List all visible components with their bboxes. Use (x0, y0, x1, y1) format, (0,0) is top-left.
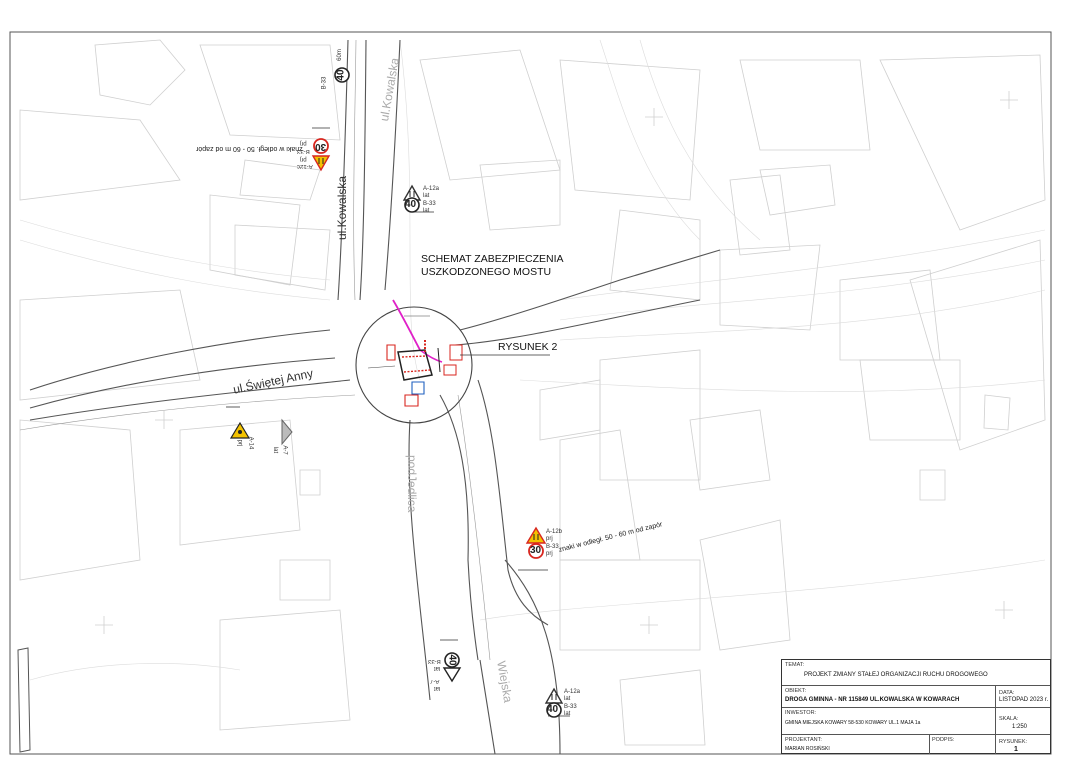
obiekt-caption: OBIEKT: (785, 688, 807, 694)
sign-suffix: prj (236, 439, 243, 447)
base-map-parcels (19, 39, 1046, 746)
rysunek-caption: RYSUNEK: (999, 739, 1028, 745)
sign-code: B-33 (321, 76, 328, 90)
site-plan-map (9, 31, 1052, 755)
sign-suffix: prj (300, 156, 307, 162)
sign-suffix: prj (546, 551, 553, 557)
title-block: TEMAT: PROJEKT ZMIANY STAŁEJ ORGANIZACJI… (781, 659, 1051, 754)
distance-note-top: znaki w odległ. 50 - 60 m od zapór (196, 145, 303, 152)
street-podjedlica: podJedlica (405, 455, 419, 513)
sign-suffix: lat (423, 193, 430, 199)
sign-suffix: lat (423, 208, 430, 214)
sign-suffix: lat (434, 665, 441, 671)
scheme-title-line2: USZKODZONEGO MOSTU (421, 266, 552, 278)
distance-60m: 60m (336, 49, 343, 61)
sign-code: A-7 (281, 445, 288, 455)
projektant-value: MARIAN ROSIŃSKI (785, 746, 830, 752)
temat-caption: TEMAT: (785, 662, 805, 668)
bridge-detail (367, 299, 463, 407)
street-kowalska-vertical: ul.Kowalska (335, 175, 349, 240)
speed-value-topleft: 30 (315, 141, 327, 152)
sign-code: A-14 (247, 436, 254, 450)
speed-value-bottomright: 40 (547, 704, 559, 715)
sheet-frame (9, 31, 1052, 755)
sign-code: B-33 (546, 544, 559, 550)
data-caption: DATA: (999, 690, 1015, 696)
speed-value-right: 30 (530, 545, 542, 556)
sign-suffix: lat (434, 685, 441, 691)
skala-caption: SKALA: (999, 716, 1019, 722)
projektant-caption: PROJEKTANT: (785, 737, 822, 743)
inwestor-caption: INWESTOR: (785, 710, 817, 716)
inwestor-value: GMINA MIEJSKA KOWARY 58-530 KOWARY UL.1 … (785, 720, 921, 726)
sign-code: B-33 (423, 201, 436, 207)
give-way-icon (442, 667, 462, 683)
scheme-title-line1: SCHEMAT ZABEZPIECZENIA (421, 253, 564, 265)
speed-value-top: 40 (405, 199, 417, 210)
temat-value: PROJEKT ZMIANY STAŁEJ ORGANIZACJI RUCHU … (804, 672, 988, 678)
figure-callout: RYSUNEK 2 (498, 341, 558, 353)
data-value: LISTOPAD 2023 r. (999, 697, 1049, 703)
obiekt-value: DROGA GMINNA - NR 115849 UL.KOWALSKA W K… (785, 697, 960, 703)
left-edge-barrier (17, 647, 31, 753)
sign-suffix: prj (546, 536, 553, 542)
speed-value-bottom: 40 (446, 654, 458, 666)
sign-suffix: lat (564, 696, 571, 702)
podpis-caption: PODPIS: (932, 737, 955, 743)
roads (29, 39, 721, 755)
sign-code: B-33 (564, 704, 577, 710)
sign-suffix: lat (564, 711, 571, 717)
sign-suffix: lat (272, 446, 279, 454)
sign-code: A-12b (546, 529, 563, 535)
skala-value: 1:250 (1012, 724, 1028, 730)
sign-code: B-33 (428, 658, 441, 664)
sign-code: A-12c (297, 163, 313, 169)
rysunek-value: 1 (1014, 746, 1018, 753)
sign-code: A-7 (430, 678, 440, 684)
sign-code: A-12a (564, 689, 581, 695)
sign-posts (226, 127, 570, 717)
warning-triangle-icon (525, 526, 547, 544)
base-map-crosses (95, 91, 1018, 634)
warning-triangle-icon (544, 687, 564, 704)
sign-code: A-12a (423, 186, 440, 192)
speed-value-b33-top: 40 (335, 69, 347, 81)
warning-triangle-icon (311, 155, 331, 172)
